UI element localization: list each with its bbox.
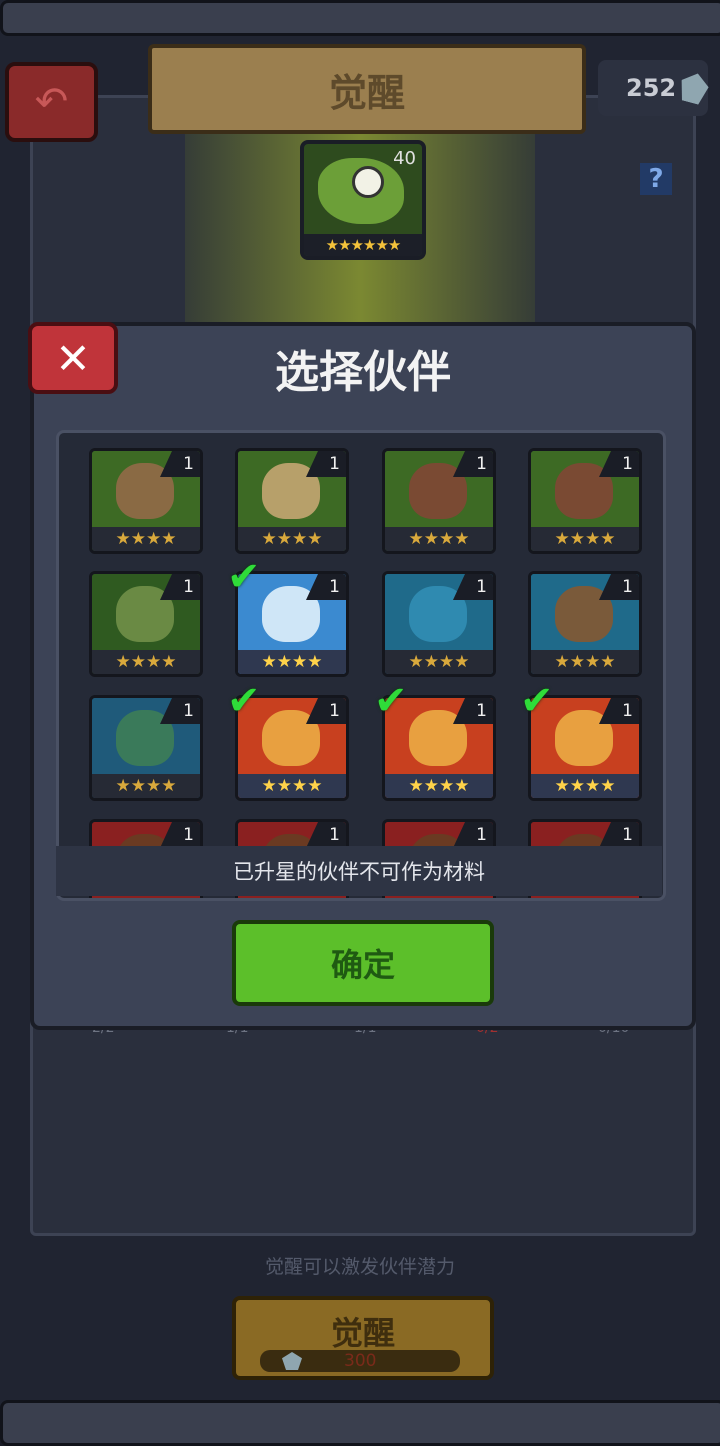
hint-bar: 已升星的伙伴不可作为材料: [56, 846, 662, 896]
awaken-hint: 觉醒可以激发伙伴潜力: [264, 1256, 455, 1278]
confirm-label: 确定: [330, 946, 395, 984]
top-rock-frame: [0, 0, 720, 36]
partner-card[interactable]: 1 ★★★★: [528, 448, 642, 554]
awaken-button[interactable]: 觉醒 300: [232, 1296, 494, 1380]
currency-value: 252: [626, 74, 677, 102]
checkmark-icon: ✔: [227, 678, 261, 724]
partner-list[interactable]: 1 ★★★★ 1 ★★★★ 1 ★★★★ 1 ★★★★ 1 ★★★★ 1 ★★★★ ✔ 1 ★★★★ 1 ★★★…: [56, 430, 666, 901]
title-banner: 觉醒: [148, 44, 586, 134]
partner-card[interactable]: 1 ★★★★: [89, 571, 203, 677]
bottom-rock-frame: [0, 1400, 720, 1446]
partner-stars: ★★★★: [385, 774, 493, 798]
partner-stars: ★★★★: [385, 527, 493, 551]
partner-stars: ★★★★: [531, 527, 639, 551]
target-hero-card[interactable]: 40 ★★★★★★: [300, 140, 426, 260]
gem-icon: [282, 1352, 302, 1370]
gem-icon: [677, 70, 712, 106]
back-button[interactable]: ↶: [5, 62, 98, 142]
dialog-title: 选择伙伴: [275, 347, 451, 398]
awaken-cost-value: 300: [344, 1351, 377, 1371]
awaken-cost: 300: [260, 1350, 460, 1372]
page-title: 觉醒: [328, 70, 405, 115]
partner-stars: ★★★★: [92, 527, 200, 551]
partner-stars: ★★★★: [531, 774, 639, 798]
hero-stars: ★★★★★★: [304, 234, 422, 256]
partner-card[interactable]: 1 ★★★★: [235, 448, 349, 554]
partner-card[interactable]: 1 ★★★★: [89, 695, 203, 801]
partner-card[interactable]: 1 ★★★★: [89, 448, 203, 554]
checkmark-icon: ✔: [227, 554, 261, 600]
partner-stars: ★★★★: [92, 650, 200, 674]
currency-display[interactable]: 252: [598, 60, 708, 116]
awaken-label: 觉醒: [330, 1314, 395, 1352]
partner-stars: ★★★★: [385, 650, 493, 674]
hero-eye: [352, 166, 384, 198]
checkmark-icon: ✔: [374, 678, 408, 724]
close-icon: ✕: [55, 333, 91, 383]
help-button[interactable]: ?: [640, 163, 672, 195]
back-arrow-icon: ↶: [34, 79, 69, 125]
partner-card[interactable]: 1 ★★★★: [382, 571, 496, 677]
partner-stars: ★★★★: [238, 650, 346, 674]
close-button[interactable]: ✕: [28, 322, 118, 394]
checkmark-icon: ✔: [520, 678, 554, 724]
partner-card[interactable]: 1 ★★★★: [382, 448, 496, 554]
partner-stars: ★★★★: [238, 527, 346, 551]
partner-card[interactable]: 1 ★★★★: [528, 571, 642, 677]
hero-level: 40: [393, 148, 416, 169]
hint-text: 已升星的伙伴不可作为材料: [233, 860, 485, 884]
partner-stars: ★★★★: [238, 774, 346, 798]
partner-stars: ★★★★: [531, 650, 639, 674]
confirm-button[interactable]: 确定: [232, 920, 494, 1006]
partner-stars: ★★★★: [92, 774, 200, 798]
